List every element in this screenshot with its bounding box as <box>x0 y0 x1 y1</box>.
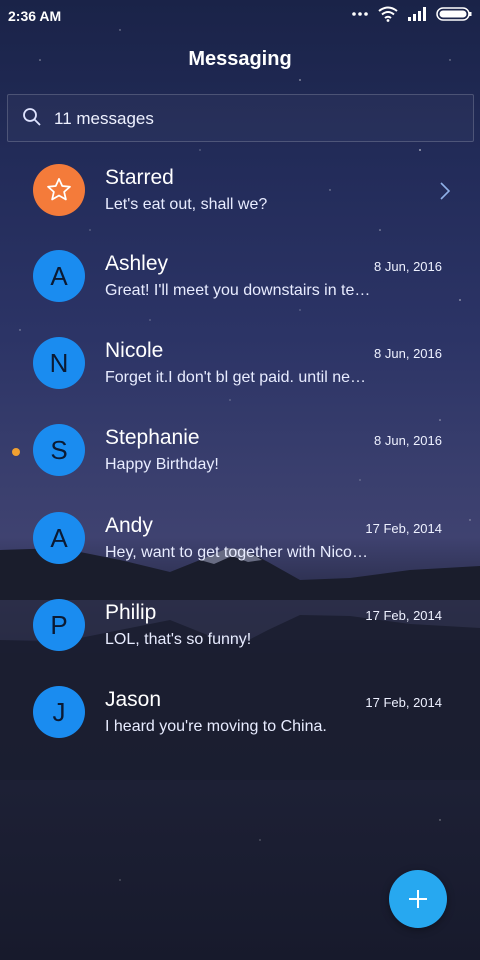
avatar: S <box>33 424 85 476</box>
contact-name: Stephanie <box>105 426 200 449</box>
message-preview: Hey, want to get together with Nico… <box>105 544 368 561</box>
contact-name: Ashley <box>105 252 169 275</box>
message-date: 17 Feb, 2014 <box>365 695 442 710</box>
search-bar[interactable]: 11 messages <box>7 94 474 142</box>
conversation-row[interactable]: P Philip 17 Feb, 2014 LOL, that's so fun… <box>0 583 480 669</box>
status-bar: 2:36 AM <box>0 0 480 34</box>
contact-name: Starred <box>105 166 174 189</box>
message-date: 8 Jun, 2016 <box>374 433 442 448</box>
avatar: N <box>33 337 85 389</box>
wifi-icon <box>378 6 398 22</box>
search-input[interactable]: 11 messages <box>54 109 154 129</box>
conversation-row[interactable]: A Ashley 8 Jun, 2016 Great! I'll meet yo… <box>0 234 480 320</box>
more-dots-icon <box>352 12 368 16</box>
conversation-row[interactable]: A Andy 17 Feb, 2014 Hey, want to get tog… <box>0 496 480 582</box>
message-date: 17 Feb, 2014 <box>365 521 442 536</box>
avatar: P <box>33 599 85 651</box>
avatar: A <box>33 250 85 302</box>
signal-icon <box>408 7 426 21</box>
conversation-row-starred[interactable]: Starred Let's eat out, shall we? <box>0 148 480 234</box>
chevron-right-icon <box>440 182 450 200</box>
message-preview: Happy Birthday! <box>105 456 219 473</box>
contact-name: Andy <box>105 514 153 537</box>
new-message-button[interactable] <box>389 870 447 928</box>
search-icon <box>23 108 41 126</box>
message-date: 8 Jun, 2016 <box>374 346 442 361</box>
status-icons <box>352 6 472 22</box>
message-date: 8 Jun, 2016 <box>374 259 442 274</box>
conversation-row[interactable]: N Nicole 8 Jun, 2016 Forget it.I don't b… <box>0 321 480 407</box>
starred-avatar <box>33 164 85 216</box>
page-title: Messaging <box>188 48 292 70</box>
message-preview: I heard you're moving to China. <box>105 718 327 735</box>
status-time: 2:36 AM <box>8 8 62 24</box>
conversation-row[interactable]: J Jason 17 Feb, 2014 I heard you're movi… <box>0 670 480 756</box>
unread-indicator <box>12 448 20 456</box>
star-icon <box>47 178 71 201</box>
message-preview: Forget it.I don't bl get paid. until ne… <box>105 369 366 386</box>
plus-icon <box>409 890 427 908</box>
message-preview: Great! I'll meet you downstairs in te… <box>105 282 371 299</box>
message-date: 17 Feb, 2014 <box>365 608 442 623</box>
message-preview: LOL, that's so funny! <box>105 631 252 648</box>
avatar: A <box>33 512 85 564</box>
contact-name: Jason <box>105 688 162 711</box>
contact-name: Philip <box>105 601 157 624</box>
contact-name: Nicole <box>105 339 164 362</box>
conversation-row[interactable]: S Stephanie 8 Jun, 2016 Happy Birthday! <box>0 408 480 494</box>
message-preview: Let's eat out, shall we? <box>105 196 268 213</box>
avatar: J <box>33 686 85 738</box>
battery-icon <box>436 7 472 21</box>
